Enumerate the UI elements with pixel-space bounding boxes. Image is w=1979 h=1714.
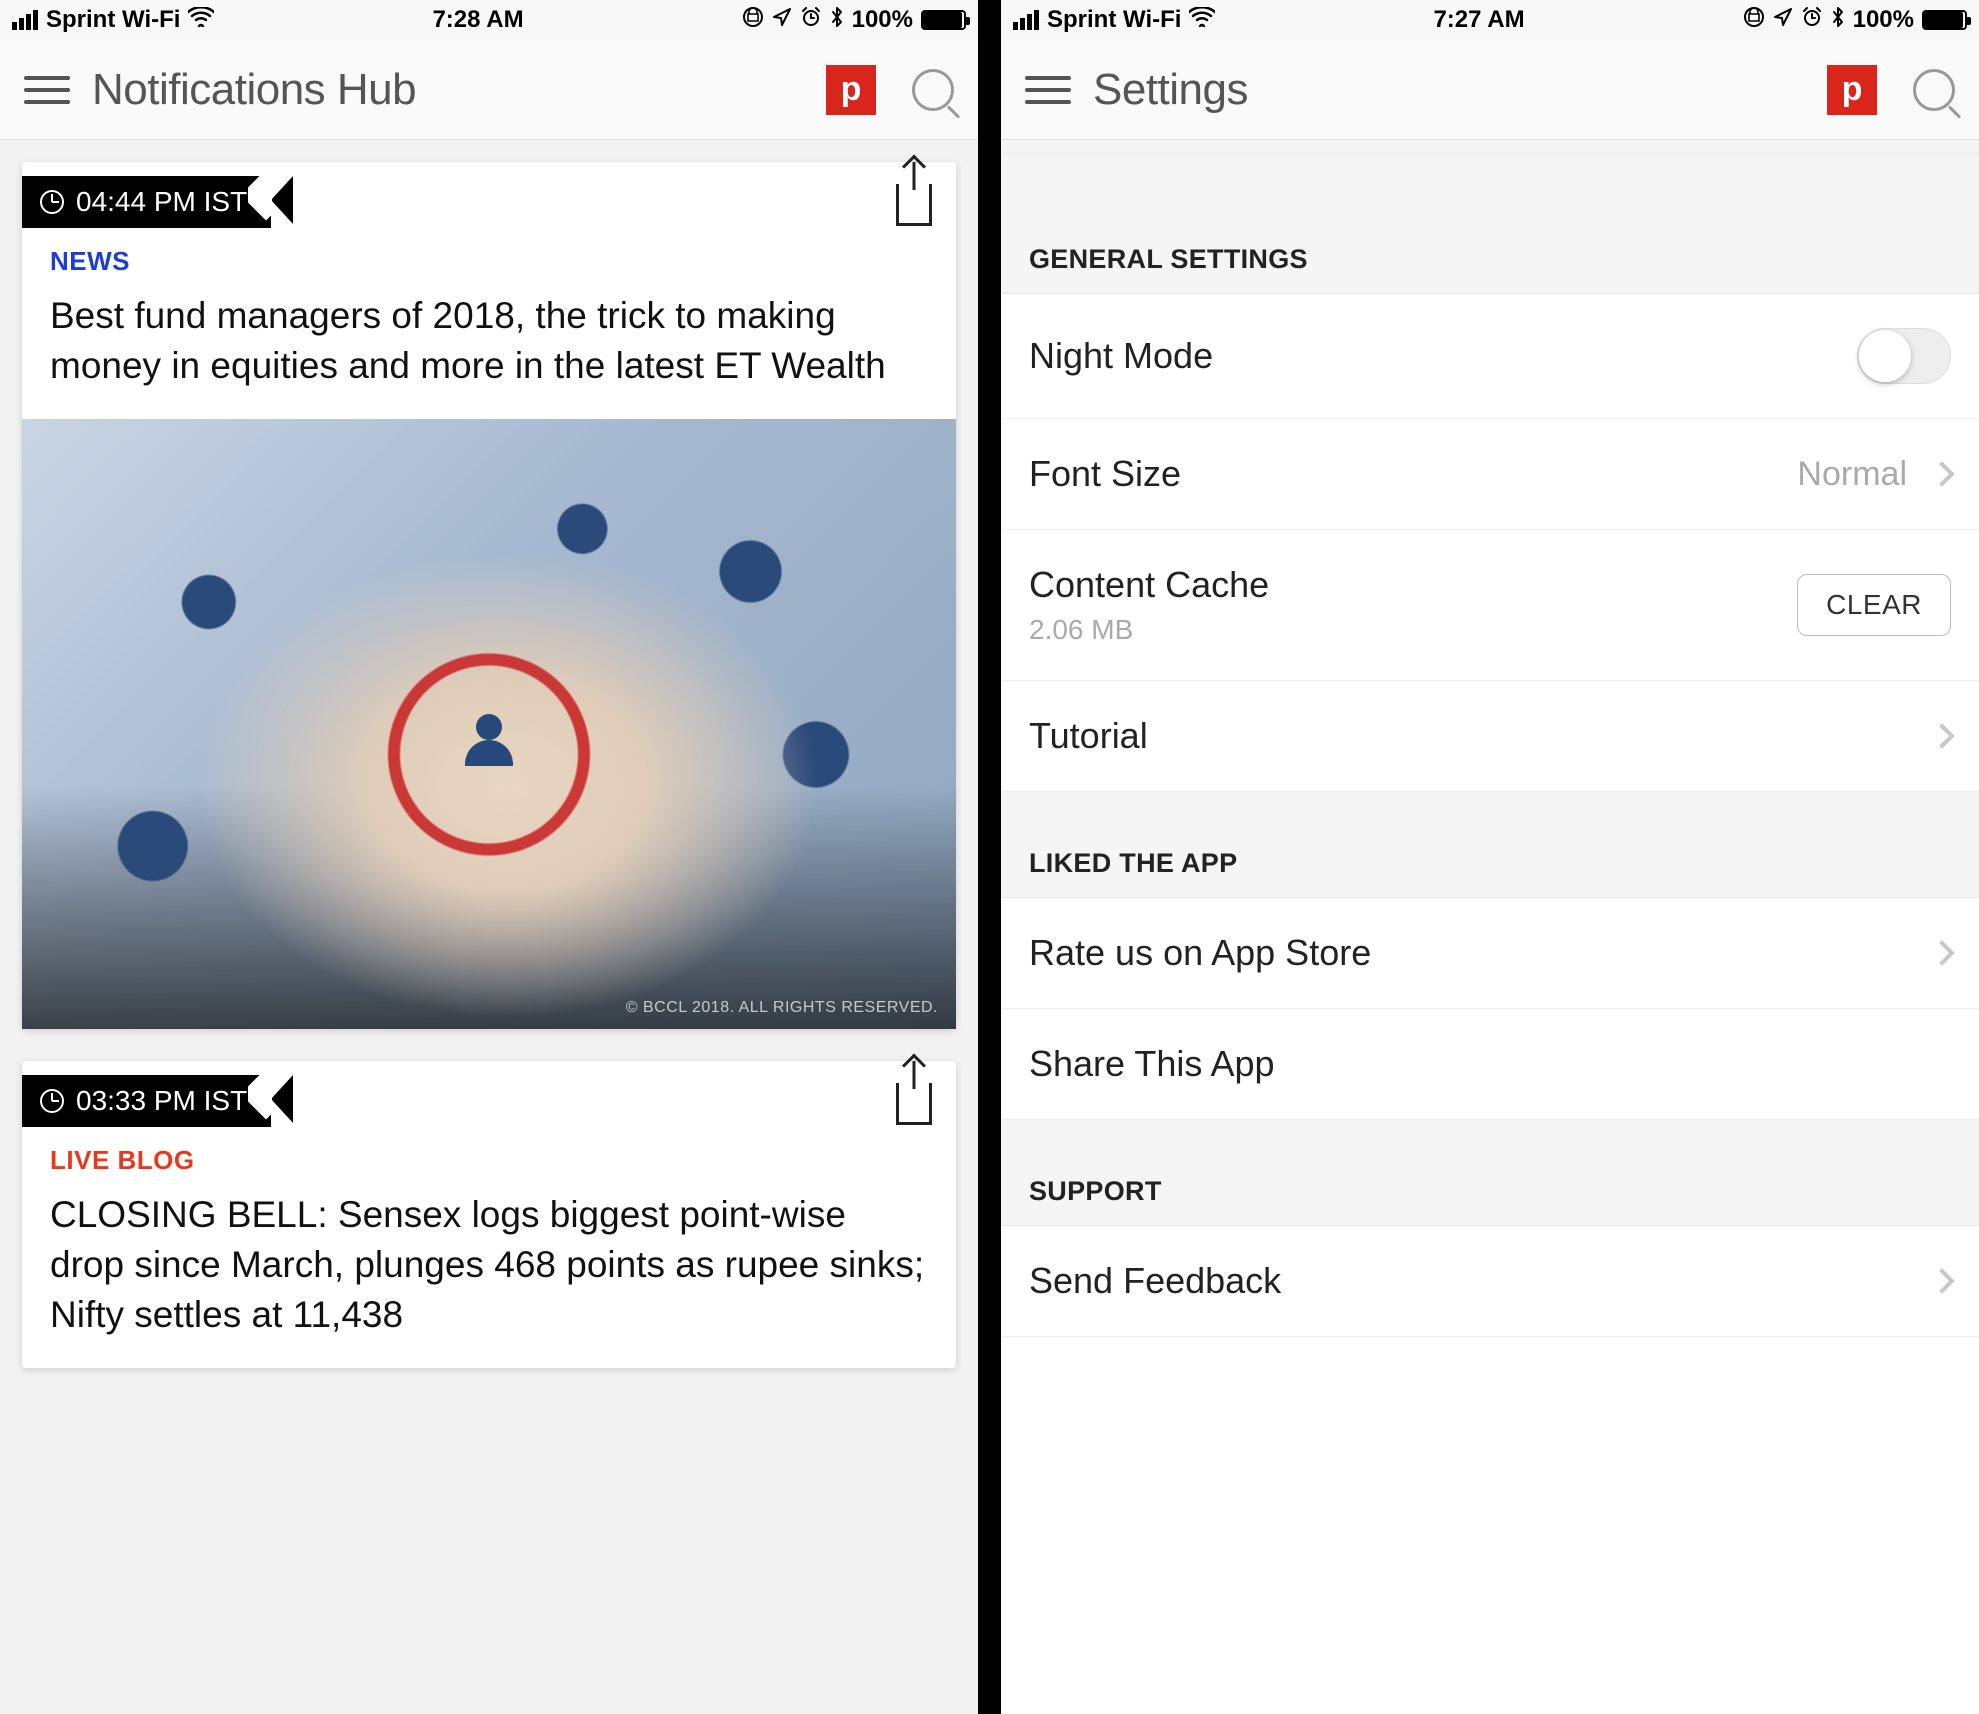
card-headline: CLOSING BELL: Sensex logs biggest point-… [50, 1190, 928, 1340]
share-icon[interactable] [896, 1083, 932, 1125]
settings-content[interactable]: GENERAL SETTINGS Night Mode Font Size No… [1001, 140, 1979, 1337]
clock-label: 7:28 AM [432, 6, 523, 34]
row-label: Night Mode [1029, 335, 1213, 377]
row-label: Content Cache [1029, 564, 1269, 606]
alarm-icon [800, 6, 822, 35]
search-icon[interactable] [1913, 69, 1955, 111]
signal-icon [12, 10, 38, 30]
row-rate-app[interactable]: Rate us on App Store [1001, 898, 1979, 1009]
page-title: Notifications Hub [92, 65, 826, 115]
section-header-liked: LIKED THE APP [1001, 792, 1979, 898]
row-send-feedback[interactable]: Send Feedback [1001, 1226, 1979, 1337]
row-label: Send Feedback [1029, 1260, 1281, 1302]
card-image: © BCCL 2018. ALL RIGHTS RESERVED. [22, 419, 956, 1029]
clear-cache-button[interactable]: CLEAR [1797, 574, 1951, 636]
row-font-size[interactable]: Font Size Normal [1001, 419, 1979, 530]
status-bar: Sprint Wi-Fi 7:28 AM 100% [0, 0, 978, 40]
row-label: Tutorial [1029, 715, 1148, 757]
time-ribbon: 04:44 PM IST [22, 176, 271, 228]
notification-card[interactable]: 03:33 PM IST LIVE BLOG CLOSING BELL: Sen… [22, 1061, 956, 1368]
search-icon[interactable] [912, 69, 954, 111]
clock-icon [40, 1089, 64, 1113]
row-night-mode[interactable]: Night Mode [1001, 294, 1979, 419]
card-category: NEWS [50, 246, 928, 277]
row-label: Font Size [1029, 453, 1181, 495]
battery-pct: 100% [852, 6, 913, 34]
menu-icon[interactable] [24, 67, 70, 113]
time-ribbon: 03:33 PM IST [22, 1075, 271, 1127]
carrier-label: Sprint Wi-Fi [1047, 6, 1181, 34]
font-size-value: Normal [1797, 455, 1907, 494]
menu-icon[interactable] [1025, 67, 1071, 113]
battery-icon [921, 10, 966, 30]
nav-bar: Notifications Hub p [0, 40, 978, 140]
wifi-icon [1189, 7, 1215, 33]
orientation-lock-icon [1743, 6, 1765, 35]
card-headline: Best fund managers of 2018, the trick to… [50, 291, 928, 391]
location-icon [772, 6, 792, 34]
image-caption: © BCCL 2018. ALL RIGHTS RESERVED. [626, 999, 938, 1017]
notification-feed[interactable]: 04:44 PM IST NEWS Best fund managers of … [0, 140, 978, 1422]
section-header-support: SUPPORT [1001, 1120, 1979, 1226]
row-label: Rate us on App Store [1029, 932, 1371, 974]
phone-notifications: Sprint Wi-Fi 7:28 AM 100% Notificatio [0, 0, 978, 1714]
cache-size: 2.06 MB [1029, 614, 1269, 646]
night-mode-toggle[interactable] [1857, 328, 1951, 384]
signal-icon [1013, 10, 1039, 30]
row-content-cache: Content Cache 2.06 MB CLEAR [1001, 530, 1979, 681]
wifi-icon [188, 7, 214, 33]
battery-icon [1922, 10, 1967, 30]
page-title: Settings [1093, 65, 1827, 115]
app-logo[interactable]: p [826, 65, 876, 115]
bluetooth-icon [1831, 6, 1845, 35]
row-tutorial[interactable]: Tutorial [1001, 681, 1979, 792]
location-icon [1773, 6, 1793, 34]
bluetooth-icon [830, 6, 844, 35]
clock-label: 7:27 AM [1433, 6, 1524, 34]
chevron-right-icon [1929, 723, 1954, 748]
chevron-right-icon [1929, 1268, 1954, 1293]
clock-icon [40, 190, 64, 214]
app-logo[interactable]: p [1827, 65, 1877, 115]
share-icon[interactable] [896, 184, 932, 226]
section-header-general: GENERAL SETTINGS [1001, 154, 1979, 294]
phone-settings: Sprint Wi-Fi 7:27 AM 100% Settings [1001, 0, 1979, 1714]
battery-pct: 100% [1853, 6, 1914, 34]
screens-divider [978, 0, 1001, 1714]
nav-bar: Settings p [1001, 40, 1979, 140]
orientation-lock-icon [742, 6, 764, 35]
card-time: 04:44 PM IST [76, 186, 247, 218]
chevron-right-icon [1929, 940, 1954, 965]
chevron-right-icon [1929, 461, 1954, 486]
carrier-label: Sprint Wi-Fi [46, 6, 180, 34]
row-share-app[interactable]: Share This App [1001, 1009, 1979, 1120]
card-category: LIVE BLOG [50, 1145, 928, 1176]
alarm-icon [1801, 6, 1823, 35]
notification-card[interactable]: 04:44 PM IST NEWS Best fund managers of … [22, 162, 956, 1029]
card-time: 03:33 PM IST [76, 1085, 247, 1117]
row-label: Share This App [1029, 1043, 1275, 1085]
status-bar: Sprint Wi-Fi 7:27 AM 100% [1001, 0, 1979, 40]
